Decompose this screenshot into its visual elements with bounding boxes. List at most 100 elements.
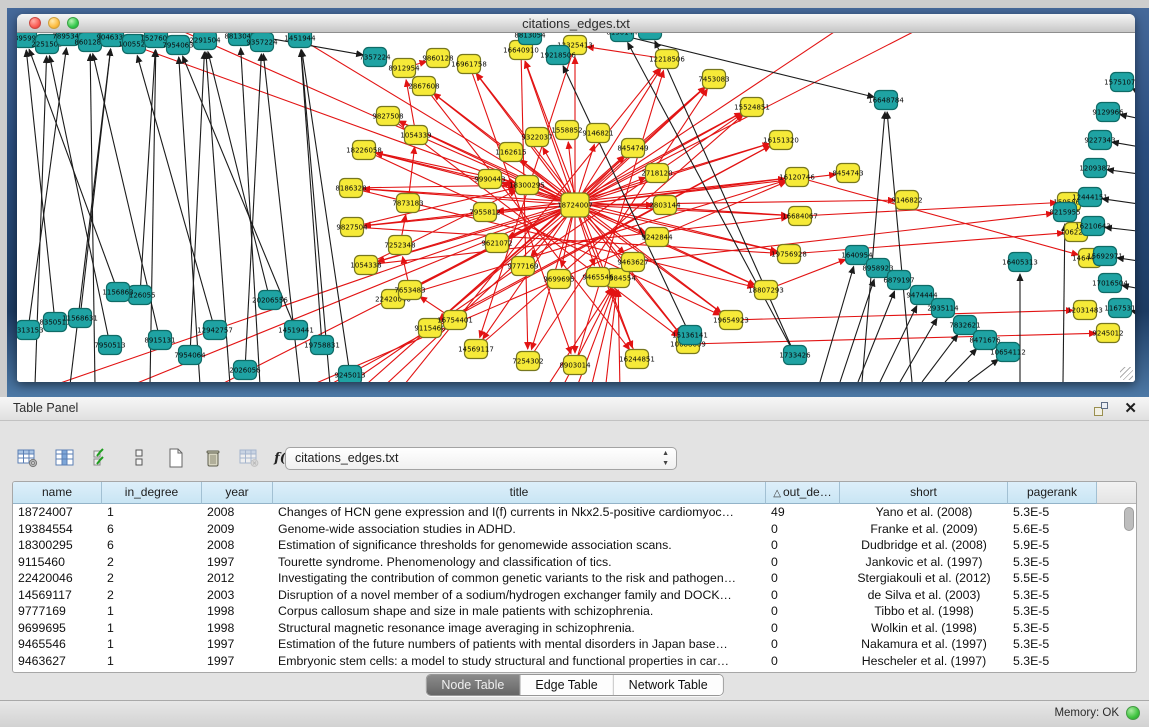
graph-node[interactable]: 1558852 [551, 121, 582, 140]
graph-node[interactable]: 18724007 [557, 193, 593, 217]
graph-node[interactable]: 8454743 [832, 164, 863, 183]
graph-edge[interactable] [1063, 224, 1065, 382]
graph-node[interactable]: 9129966 [1092, 103, 1124, 122]
graph-edge[interactable] [858, 291, 895, 382]
graph-node[interactable]: 19654923 [713, 311, 749, 330]
window-resize-grip[interactable] [1120, 367, 1133, 380]
graph-edge[interactable] [575, 200, 895, 205]
graph-node[interactable]: 1209387 [1079, 159, 1110, 178]
graph-node[interactable]: 16405313 [1002, 253, 1038, 272]
graph-edge[interactable] [628, 43, 795, 355]
graph-node[interactable]: 7873183 [392, 194, 423, 213]
graph-node[interactable]: 8186328 [335, 179, 366, 198]
graph-edge[interactable] [945, 349, 977, 382]
delete-column-icon[interactable] [201, 446, 225, 470]
clear-selection-icon[interactable] [127, 446, 151, 470]
tab-edge-table[interactable]: Edge Table [520, 675, 613, 695]
new-column-icon[interactable] [164, 446, 188, 470]
graph-node[interactable]: 9227343 [1084, 131, 1115, 150]
column-header-out_degree[interactable]: △out_de… [766, 482, 840, 504]
graph-node[interactable]: 15751074 [1104, 73, 1135, 92]
graph-node[interactable]: 9242844 [641, 228, 673, 247]
column-header-year[interactable]: year [202, 482, 273, 504]
table-row[interactable]: 1830029562008Estimation of significance … [13, 537, 1136, 554]
graph-node[interactable]: 6879197 [883, 271, 914, 290]
tab-node-table[interactable]: Node Table [426, 675, 520, 695]
citation-network-graph[interactable]: 1872400718300295193845549146821155885293… [17, 33, 1135, 382]
graph-edge[interactable] [575, 33, 960, 205]
graph-node[interactable]: 8915131 [144, 331, 175, 350]
graph-edge[interactable] [605, 290, 617, 382]
graph-node[interactable]: 8912954 [388, 59, 420, 78]
graph-node[interactable]: 7950513 [94, 336, 125, 355]
graph-node[interactable]: 8813054 [514, 33, 546, 45]
graph-node[interactable]: 8130144 [606, 33, 638, 42]
graph-edge[interactable] [789, 233, 1064, 254]
graph-node[interactable]: 9860128 [422, 49, 453, 68]
graph-node[interactable]: 9463627 [617, 253, 648, 272]
graph-edge[interactable] [688, 333, 1096, 344]
graph-edge[interactable] [366, 190, 516, 265]
table-row[interactable]: 1872400712008Changes of HCN gene express… [13, 504, 1136, 521]
graph-node[interactable]: 7357224 [359, 48, 391, 67]
graph-node[interactable]: 2935114 [927, 299, 959, 318]
graph-node[interactable]: 9699695 [543, 270, 574, 289]
graph-node[interactable]: 7254302 [512, 352, 543, 371]
graph-edge[interactable] [26, 50, 55, 322]
graph-node[interactable]: 7653483 [394, 281, 425, 300]
graph-node[interactable]: 8454749 [617, 139, 648, 158]
column-header-name[interactable]: name [13, 482, 102, 504]
graph-node[interactable]: 8215955 [1049, 203, 1080, 222]
graph-edge[interactable] [600, 33, 874, 97]
table-selector-dropdown[interactable]: citations_edges.txt ▲▼ [285, 447, 677, 470]
table-scrollbar-thumb[interactable] [1124, 507, 1134, 531]
graph-node[interactable]: 19756928 [771, 245, 807, 264]
graph-node[interactable]: 1054338 [350, 256, 381, 275]
table-row[interactable]: 946362711997Embryonic stem cells: a mode… [13, 653, 1136, 670]
graph-node[interactable]: 7955812 [469, 203, 500, 222]
graph-edge[interactable] [1107, 170, 1135, 175]
graph-node[interactable]: 20206556 [252, 291, 288, 310]
graph-node[interactable]: 16648784 [868, 91, 904, 110]
column-header-short[interactable]: short [840, 482, 1008, 504]
graph-edge[interactable] [731, 310, 1073, 320]
select-columns-icon[interactable] [90, 446, 114, 470]
column-header-title[interactable]: title [273, 482, 766, 504]
graph-node[interactable]: 9827508 [372, 107, 403, 126]
network-canvas[interactable]: 1872400718300295193845549146821155885293… [17, 33, 1135, 382]
graph-node[interactable]: 9777169 [507, 257, 538, 276]
graph-node[interactable]: 16961758 [451, 55, 487, 74]
close-panel-icon[interactable]: ✕ [1124, 399, 1137, 417]
memory-status-icon[interactable] [1126, 706, 1140, 720]
graph-node[interactable]: 12942757 [197, 321, 233, 340]
table-row[interactable]: 2242004622012Investigating the contribut… [13, 570, 1136, 587]
tab-network-table[interactable]: Network Table [614, 675, 723, 695]
float-panel-icon[interactable] [1093, 401, 1109, 417]
network-view-window[interactable]: citations_edges.txt 18724007183002951938… [17, 14, 1135, 382]
graph-node[interactable]: 16684067 [782, 207, 818, 226]
graph-edge[interactable] [800, 203, 1057, 216]
graph-edge[interactable] [190, 52, 204, 355]
table-row[interactable]: 977716911998Corpus callosum shape and si… [13, 603, 1136, 620]
graph-node[interactable]: 9245013 [334, 366, 365, 383]
graph-edge[interactable] [301, 50, 322, 345]
graph-node[interactable]: 18226058 [346, 141, 382, 160]
graph-edge[interactable] [28, 48, 66, 330]
graph-node[interactable]: 2026056 [229, 361, 261, 380]
graph-node[interactable]: 19758831 [304, 336, 340, 355]
graph-node[interactable]: 12031483 [1067, 301, 1103, 320]
table-row[interactable]: 1456911722003Disruption of a novel membe… [13, 587, 1136, 604]
graph-node[interactable]: 7252348 [384, 236, 415, 255]
column-chooser-icon[interactable] [53, 446, 77, 470]
table-options-icon[interactable] [16, 446, 40, 470]
graph-edge[interactable] [820, 267, 854, 382]
table-row[interactable]: 911546021997Tourette syndrome. Phenomeno… [13, 554, 1136, 571]
column-header-pagerank[interactable]: pagerank [1008, 482, 1097, 504]
graph-node[interactable]: 1167531 [1104, 299, 1135, 318]
graph-node[interactable]: 16244851 [619, 350, 655, 369]
graph-node[interactable]: 9146821 [582, 124, 613, 143]
graph-node[interactable]: 2803144 [649, 196, 681, 215]
table-row[interactable]: 1938455462009Genome-wide association stu… [13, 521, 1136, 538]
graph-node[interactable]: 8903014 [559, 356, 591, 375]
graph-node[interactable]: 9245012 [1092, 324, 1123, 343]
